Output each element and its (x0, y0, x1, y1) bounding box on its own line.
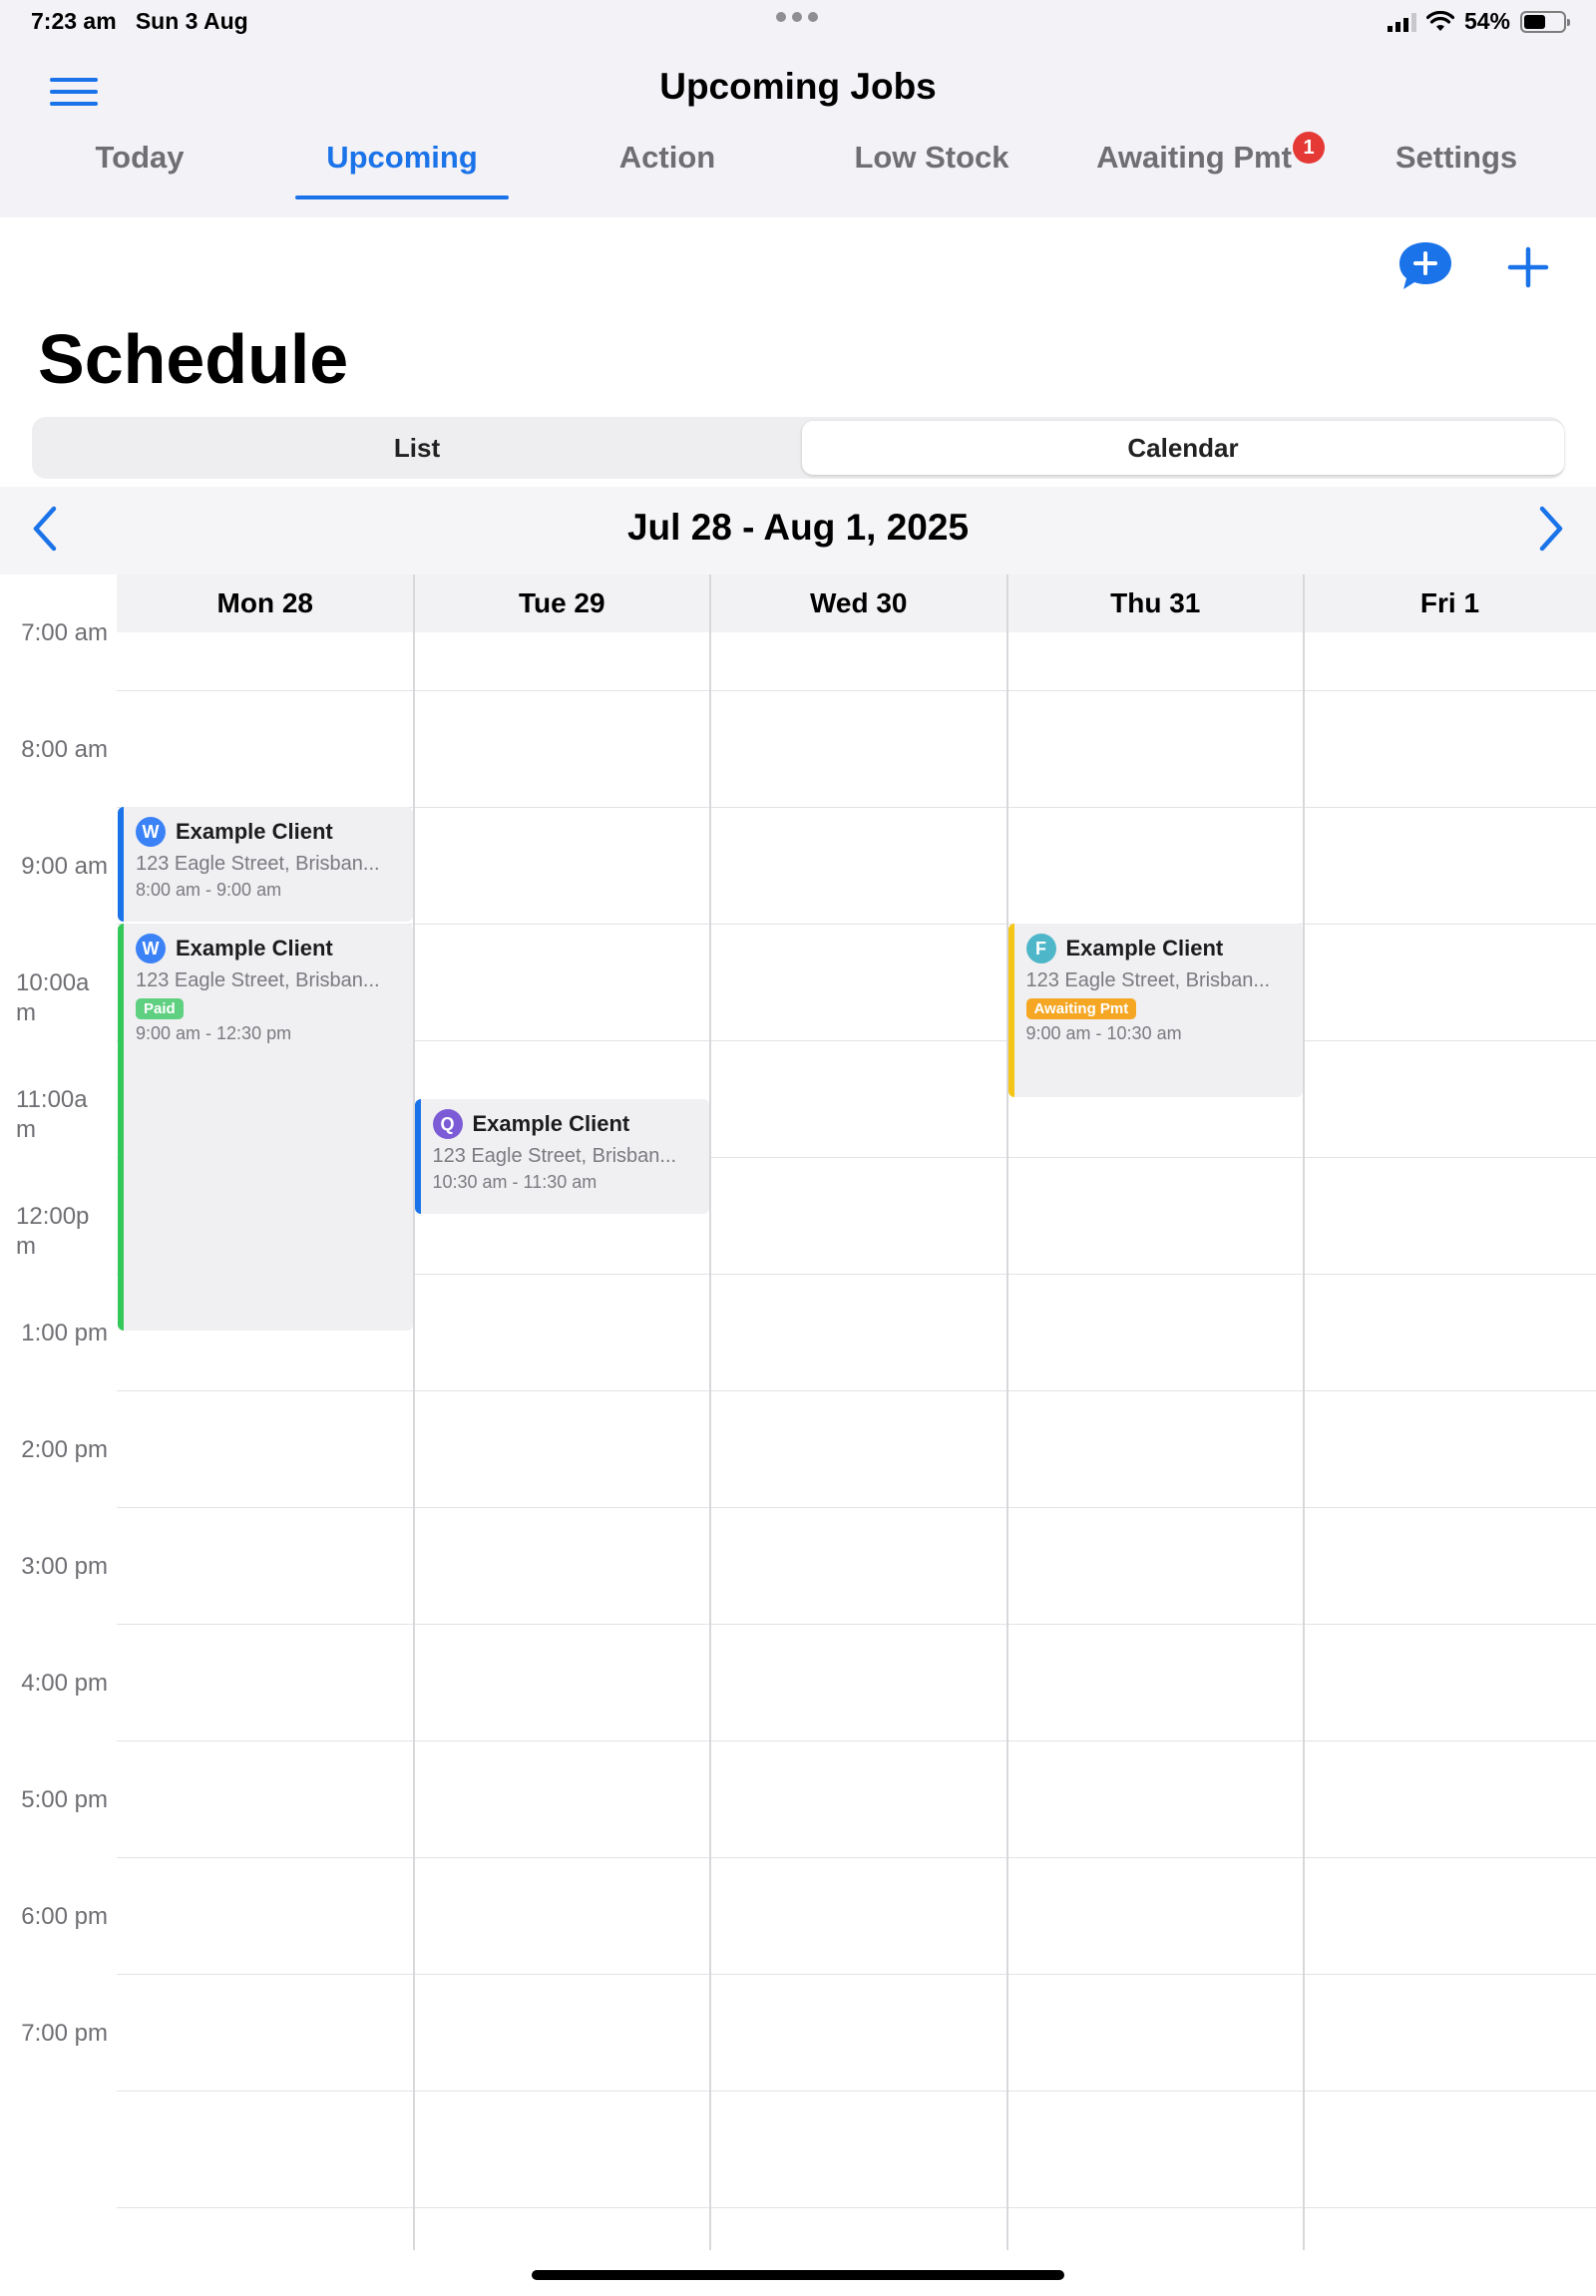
hour-line (117, 1507, 1596, 1508)
event-header: W Example Client (136, 817, 401, 847)
week-range: Jul 28 - Aug 1, 2025 (626, 507, 970, 548)
notification-badge: 1 (1293, 132, 1325, 164)
day-header: Tue 29 (413, 574, 710, 632)
day-header: Fri 1 (1304, 574, 1596, 632)
time-label: 1:00 pm (21, 1320, 108, 1346)
event-address: 123 Eagle Street, Brisban... (136, 969, 380, 991)
client-name: Example Client (176, 819, 333, 844)
wifi-icon (1425, 10, 1454, 31)
hour-line (117, 1624, 1596, 1625)
cellular-signal-icon (1387, 12, 1416, 32)
time-label: 10:00a m (16, 969, 90, 1026)
time-label: 4:00 pm (21, 1670, 108, 1697)
day-divider (412, 574, 415, 2250)
hour-line (117, 1390, 1596, 1391)
hour-line (117, 2207, 1596, 2208)
event-address: 123 Eagle Street, Brisban... (432, 1144, 677, 1167)
time-label: 12:00p m (16, 1203, 90, 1260)
view-toggle: List Calendar (32, 417, 1564, 479)
multitasking-dots-icon[interactable] (776, 12, 818, 22)
status-badge: Paid (136, 998, 184, 1019)
hour-line (117, 1857, 1596, 1858)
event-time: 8:00 am - 9:00 am (136, 880, 282, 900)
day-header: Mon 28 (117, 574, 414, 632)
chevron-right-icon[interactable] (1536, 505, 1566, 553)
status-indicators: 54% (1387, 8, 1570, 35)
chevron-left-icon[interactable] (30, 505, 60, 553)
time-label: 7:00 pm (21, 2020, 108, 2047)
client-avatar: F (1025, 934, 1056, 963)
add-icon[interactable] (1506, 245, 1550, 289)
calendar-view-button[interactable]: Calendar (802, 421, 1564, 475)
battery-percent: 54% (1463, 8, 1510, 34)
tab-upcoming[interactable]: Upcoming (295, 140, 509, 199)
calendar-grid: Mon 28 Tue 29 Wed 30 Thu 31 Fri 1 7:00 am 8:00… (0, 574, 1596, 2250)
client-avatar: W (136, 934, 166, 963)
time-label: 5:00 pm (21, 1786, 108, 1813)
day-divider (709, 574, 711, 2250)
status-badge: Awaiting Pmt (1025, 998, 1137, 1019)
event-address: 123 Eagle Street, Brisban... (136, 853, 380, 875)
time-label: 3:00 pm (21, 1553, 108, 1580)
tab-awaiting-pmt[interactable]: Awaiting Pmt 1 (1091, 132, 1325, 199)
event-time: 10:30 am - 11:30 am (432, 1171, 598, 1192)
event-card[interactable]: Q Example Client 123 Eagle Street, Brisban… (414, 1098, 709, 1214)
time-label: 2:00 pm (21, 1436, 108, 1463)
day-divider (1005, 574, 1008, 2250)
status-date: Sun 3 Aug (135, 8, 248, 34)
client-avatar: W (136, 817, 166, 847)
battery-icon (1520, 10, 1570, 33)
day-header: Thu 31 (1006, 574, 1304, 632)
tab-action[interactable]: Action (602, 140, 732, 199)
day-header: Wed 30 (710, 574, 1007, 632)
status-time: 7:23 am Sun 3 Aug (31, 8, 248, 35)
time-label: 11:00a m (16, 1086, 88, 1143)
day-divider (1303, 574, 1305, 2250)
client-avatar: Q (432, 1108, 463, 1139)
event-time: 9:00 am - 10:30 am (1025, 1023, 1182, 1043)
event-time: 9:00 am - 12:30 pm (136, 1023, 292, 1043)
event-header: F Example Client (1025, 934, 1292, 963)
status-clock: 7:23 am (31, 8, 117, 34)
hour-line (117, 1740, 1596, 1741)
time-label: 9:00 am (21, 853, 108, 880)
tab-bar: Today Upcoming Action Low Stock Awaiting… (0, 132, 1596, 199)
client-name: Example Client (176, 936, 333, 960)
event-address: 123 Eagle Street, Brisban... (1025, 969, 1271, 991)
page-title: Schedule (38, 320, 349, 398)
client-name: Example Client (472, 1110, 630, 1136)
tab-today[interactable]: Today (80, 140, 200, 199)
event-card[interactable]: W Example Client 123 Eagle Street, Brisban… (118, 807, 413, 922)
event-header: W Example Client (136, 934, 401, 963)
nav-title: Upcoming Jobs (659, 66, 937, 107)
time-label: 8:00 am (21, 736, 108, 763)
add-message-icon[interactable] (1396, 239, 1454, 295)
top-bar: 7:23 am Sun 3 Aug 54% Upcoming Jobs Toda… (0, 0, 1596, 217)
hour-line (117, 1974, 1596, 1975)
tab-settings[interactable]: Settings (1385, 140, 1528, 199)
tab-low-stock[interactable]: Low Stock (844, 140, 1019, 199)
hour-line (117, 2091, 1596, 2092)
event-header: Q Example Client (432, 1108, 698, 1139)
event-card[interactable]: W Example Client 123 Eagle Street, Brisban… (118, 924, 413, 1331)
client-name: Example Client (1065, 936, 1224, 960)
time-label: 6:00 pm (21, 1903, 108, 1930)
hour-line (117, 690, 1596, 691)
list-view-button[interactable]: List (36, 421, 798, 475)
home-indicator (532, 2270, 1064, 2280)
time-label: 7:00 am (21, 619, 108, 646)
event-card[interactable]: F Example Client 123 Eagle Street, Brisban… (1007, 924, 1303, 1097)
